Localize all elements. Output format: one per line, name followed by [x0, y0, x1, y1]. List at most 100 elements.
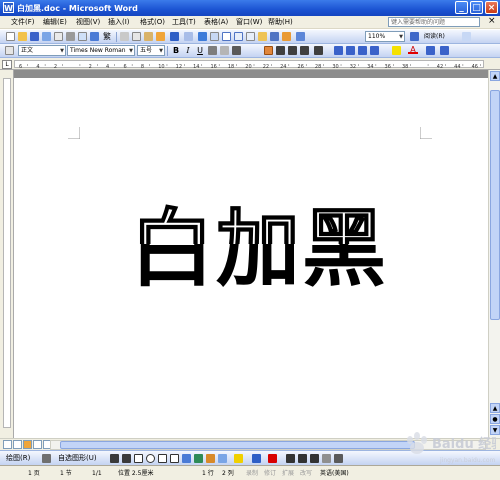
- document-map-icon[interactable]: [270, 32, 279, 41]
- draw-menu[interactable]: 绘图(R): [6, 453, 30, 464]
- document-text[interactable]: 白 加 黑 白 加 黑: [126, 198, 390, 290]
- redo-icon[interactable]: [184, 32, 193, 41]
- toolbar-options-icon[interactable]: [462, 32, 471, 41]
- underline-button[interactable]: U: [195, 45, 205, 56]
- normal-view-icon[interactable]: [3, 440, 12, 449]
- menu-format[interactable]: 格式(O): [140, 17, 165, 28]
- drawing-icon[interactable]: [258, 32, 267, 41]
- select-objects-icon[interactable]: [42, 454, 51, 463]
- clipart-icon[interactable]: [206, 454, 215, 463]
- wordart-icon[interactable]: [182, 454, 191, 463]
- help-search-input[interactable]: 键入需要帮助的问题: [388, 17, 480, 27]
- char-scaling-icon[interactable]: [232, 46, 241, 55]
- char-shading-icon[interactable]: [220, 46, 229, 55]
- print-icon[interactable]: [66, 32, 75, 41]
- bold-button[interactable]: B: [171, 45, 181, 56]
- vertical-scrollbar[interactable]: ▲ ▲ ● ▼: [488, 70, 500, 438]
- line-tool-icon[interactable]: [110, 454, 119, 463]
- traditional-chinese-button[interactable]: 繁: [103, 31, 111, 43]
- outline-view-icon[interactable]: [33, 440, 42, 449]
- fill-color-icon[interactable]: [234, 454, 243, 463]
- maximize-button[interactable]: □: [470, 1, 483, 14]
- menu-insert[interactable]: 插入(I): [108, 17, 130, 28]
- help-icon[interactable]: [410, 32, 419, 41]
- open-folder-icon[interactable]: [18, 32, 27, 41]
- shadow-style-icon[interactable]: [322, 454, 331, 463]
- line-style-icon[interactable]: [286, 454, 295, 463]
- columns-icon[interactable]: [246, 32, 255, 41]
- horizontal-scroll-thumb[interactable]: [60, 441, 415, 449]
- document-page[interactable]: 白 加 黑 白 加 黑: [14, 78, 488, 438]
- show-formatting-icon[interactable]: [282, 32, 291, 41]
- close-document-icon[interactable]: ×: [488, 16, 496, 26]
- picture-icon[interactable]: [218, 454, 227, 463]
- line-color-icon[interactable]: [252, 454, 261, 463]
- align-justify-icon[interactable]: [264, 46, 273, 55]
- scroll-up-icon[interactable]: ▲: [490, 71, 500, 81]
- format-painter-icon[interactable]: [156, 32, 165, 41]
- menu-window[interactable]: 窗口(W): [236, 17, 262, 28]
- decrease-indent-icon[interactable]: [358, 46, 367, 55]
- textbox-icon[interactable]: [158, 454, 167, 463]
- menu-help[interactable]: 帮助(H): [268, 17, 293, 28]
- read-mode-button[interactable]: 阅读(R): [424, 31, 445, 42]
- line-spacing-icon[interactable]: [314, 46, 323, 55]
- previous-page-icon[interactable]: ▲: [490, 403, 500, 413]
- font-color-draw-icon[interactable]: [268, 454, 277, 463]
- vertical-ruler-track[interactable]: [3, 78, 11, 428]
- insert-excel-icon[interactable]: [234, 32, 243, 41]
- close-button[interactable]: ×: [485, 1, 498, 14]
- char-border-icon[interactable]: [208, 46, 217, 55]
- highlight-icon[interactable]: [392, 46, 401, 55]
- align-center-icon[interactable]: [276, 46, 285, 55]
- arrow-style-icon[interactable]: [310, 454, 319, 463]
- permission-icon[interactable]: [42, 32, 51, 41]
- status-ext[interactable]: 扩展: [282, 468, 294, 479]
- ruler-track[interactable]: 6 4 2 2 4 6 8 10 12 14 16 18 20 22 24 26 28 30 32 34 36 38 42 4…: [14, 60, 484, 69]
- increase-indent-icon[interactable]: [370, 46, 379, 55]
- copy-icon[interactable]: [132, 32, 141, 41]
- menu-table[interactable]: 表格(A): [204, 17, 228, 28]
- menu-edit[interactable]: 编辑(E): [43, 17, 67, 28]
- status-ovr[interactable]: 改写: [300, 468, 312, 479]
- character-spacing-icon[interactable]: [426, 46, 435, 55]
- distribute-icon[interactable]: [300, 46, 309, 55]
- arrow-tool-icon[interactable]: [122, 454, 131, 463]
- menu-view[interactable]: 视图(V): [76, 17, 100, 28]
- print-view-icon[interactable]: [23, 440, 32, 449]
- status-rec[interactable]: 录制: [246, 468, 258, 479]
- more-buttons-icon[interactable]: [440, 46, 449, 55]
- cut-icon[interactable]: [120, 32, 129, 41]
- bullets-icon[interactable]: [346, 46, 355, 55]
- email-icon[interactable]: [54, 32, 63, 41]
- dash-style-icon[interactable]: [298, 454, 307, 463]
- spelling-icon[interactable]: [90, 32, 99, 41]
- vertical-textbox-icon[interactable]: [170, 454, 179, 463]
- tab-selector[interactable]: L: [2, 60, 12, 69]
- autoshapes-menu[interactable]: 自选图形(U): [58, 453, 97, 464]
- new-document-icon[interactable]: [6, 32, 15, 41]
- minimize-button[interactable]: _: [455, 1, 468, 14]
- 3d-style-icon[interactable]: [334, 454, 343, 463]
- menu-file[interactable]: 文件(F): [11, 17, 35, 28]
- hyperlink-icon[interactable]: [198, 32, 207, 41]
- styles-pane-icon[interactable]: [5, 46, 14, 55]
- status-trk[interactable]: 修订: [264, 468, 276, 479]
- web-view-icon[interactable]: [13, 440, 22, 449]
- font-select[interactable]: Times New Roman ▼: [67, 45, 135, 56]
- save-icon[interactable]: [30, 32, 39, 41]
- font-size-select[interactable]: 五号 ▼: [137, 45, 165, 56]
- tables-borders-icon[interactable]: [210, 32, 219, 41]
- undo-icon[interactable]: [170, 32, 179, 41]
- oval-tool-icon[interactable]: [146, 454, 155, 463]
- menu-tools[interactable]: 工具(T): [172, 17, 196, 28]
- align-right-icon[interactable]: [288, 46, 297, 55]
- style-select[interactable]: 正文 ▼: [18, 45, 66, 56]
- zoom-select[interactable]: 110% ▼: [365, 31, 405, 42]
- scroll-thumb[interactable]: [490, 90, 500, 320]
- ink-icon[interactable]: [296, 32, 305, 41]
- paste-icon[interactable]: [144, 32, 153, 41]
- numbering-icon[interactable]: [334, 46, 343, 55]
- rectangle-tool-icon[interactable]: [134, 454, 143, 463]
- browse-object-icon[interactable]: ●: [490, 414, 500, 424]
